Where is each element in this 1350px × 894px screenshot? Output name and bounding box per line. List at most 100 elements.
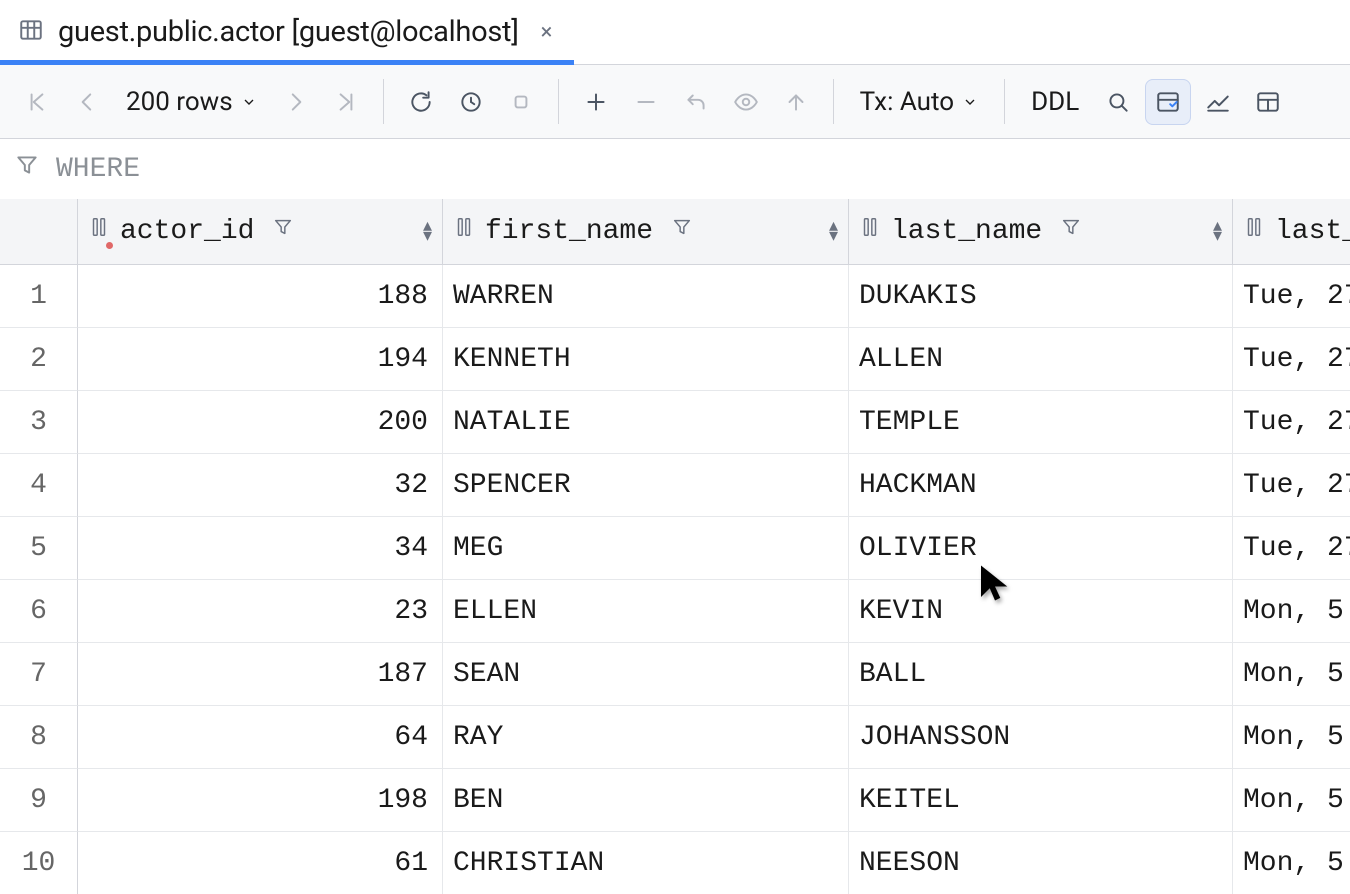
tab-close-button[interactable]: ×: [541, 20, 553, 45]
table-icon: [18, 17, 44, 47]
column-name: last_: [1275, 216, 1350, 247]
cell-last_name[interactable]: DUKAKIS: [849, 265, 1233, 328]
filter-row[interactable]: WHERE: [0, 139, 1350, 199]
cell-actor_id[interactable]: 34: [78, 517, 443, 580]
where-label: WHERE: [56, 154, 140, 185]
cell-last_name[interactable]: OLIVIER: [849, 517, 1233, 580]
cell-last_update[interactable]: Tue, 27: [1233, 265, 1350, 328]
column-name: last_name: [891, 216, 1042, 247]
column-filter-icon[interactable]: [272, 216, 294, 247]
corner-cell: [0, 199, 78, 265]
column-header-last_update[interactable]: last_: [1233, 199, 1350, 265]
cell-last_name[interactable]: KEITEL: [849, 769, 1233, 832]
row-number[interactable]: 2: [0, 328, 78, 391]
cell-last_update[interactable]: Tue, 27: [1233, 454, 1350, 517]
cell-first_name[interactable]: CHRISTIAN: [443, 832, 849, 894]
cell-first_name[interactable]: ELLEN: [443, 580, 849, 643]
tx-mode-dropdown[interactable]: Tx: Auto: [848, 79, 990, 125]
column-header-last_name[interactable]: last_name ▴▾: [849, 199, 1233, 265]
cell-last_update[interactable]: Tue, 27: [1233, 391, 1350, 454]
refresh-button[interactable]: [398, 79, 444, 125]
chevron-down-icon: [241, 87, 257, 117]
cell-last_name[interactable]: KEVIN: [849, 580, 1233, 643]
cell-actor_id[interactable]: 61: [78, 832, 443, 894]
column-header-actor_id[interactable]: actor_id ▴▾: [78, 199, 443, 265]
cell-first_name[interactable]: KENNETH: [443, 328, 849, 391]
row-number[interactable]: 10: [0, 832, 78, 894]
column-name: first_name: [485, 216, 653, 247]
cell-last_update[interactable]: Mon, 5: [1233, 706, 1350, 769]
column-header-first_name[interactable]: first_name ▴▾: [443, 199, 849, 265]
first-page-button[interactable]: [14, 79, 60, 125]
next-page-button[interactable]: [273, 79, 319, 125]
cell-first_name[interactable]: SPENCER: [443, 454, 849, 517]
toolbar-separator: [558, 79, 559, 124]
cell-last_name[interactable]: TEMPLE: [849, 391, 1233, 454]
toolbar-separator: [833, 79, 834, 124]
row-number[interactable]: 6: [0, 580, 78, 643]
add-row-button[interactable]: [573, 79, 619, 125]
cell-actor_id[interactable]: 32: [78, 454, 443, 517]
cell-first_name[interactable]: RAY: [443, 706, 849, 769]
toolbar-separator: [1004, 79, 1005, 124]
cell-last_update[interactable]: Mon, 5: [1233, 832, 1350, 894]
cell-first_name[interactable]: BEN: [443, 769, 849, 832]
filter-panel-toggle[interactable]: [1145, 79, 1191, 125]
cell-last_update[interactable]: Tue, 27: [1233, 328, 1350, 391]
chart-button[interactable]: [1195, 79, 1241, 125]
row-number[interactable]: 9: [0, 769, 78, 832]
cell-last_name[interactable]: NEESON: [849, 832, 1233, 894]
column-filter-icon[interactable]: [1060, 216, 1082, 247]
column-name: actor_id: [120, 216, 254, 247]
cell-last_name[interactable]: BALL: [849, 643, 1233, 706]
preview-pending-button[interactable]: [723, 79, 769, 125]
chevron-down-icon: [962, 87, 978, 117]
toolbar-separator: [383, 79, 384, 124]
cell-first_name[interactable]: NATALIE: [443, 391, 849, 454]
ddl-button[interactable]: DDL: [1019, 79, 1091, 125]
column-icon: [859, 216, 881, 247]
cell-last_name[interactable]: ALLEN: [849, 328, 1233, 391]
column-sort-icon[interactable]: ▴▾: [1213, 222, 1222, 242]
rows-label: 200 rows: [126, 87, 233, 117]
column-icon: [1243, 216, 1265, 247]
delete-row-button[interactable]: [623, 79, 669, 125]
row-number[interactable]: 3: [0, 391, 78, 454]
cell-actor_id[interactable]: 200: [78, 391, 443, 454]
cell-actor_id[interactable]: 198: [78, 769, 443, 832]
row-number[interactable]: 4: [0, 454, 78, 517]
cell-last_update[interactable]: Mon, 5: [1233, 769, 1350, 832]
submit-button[interactable]: [773, 79, 819, 125]
cell-last_update[interactable]: Mon, 5: [1233, 643, 1350, 706]
cell-last_update[interactable]: Mon, 5: [1233, 580, 1350, 643]
cell-actor_id[interactable]: 23: [78, 580, 443, 643]
refresh-auto-button[interactable]: [448, 79, 494, 125]
cell-actor_id[interactable]: 187: [78, 643, 443, 706]
cell-actor_id[interactable]: 64: [78, 706, 443, 769]
column-sort-icon[interactable]: ▴▾: [423, 222, 432, 242]
ddl-label: DDL: [1031, 87, 1079, 117]
tab-guest-public-actor[interactable]: guest.public.actor [guest@localhost] ×: [0, 0, 574, 64]
column-filter-icon[interactable]: [671, 216, 693, 247]
cell-actor_id[interactable]: 188: [78, 265, 443, 328]
row-number[interactable]: 5: [0, 517, 78, 580]
last-page-button[interactable]: [323, 79, 369, 125]
row-number[interactable]: 7: [0, 643, 78, 706]
cell-first_name[interactable]: WARREN: [443, 265, 849, 328]
view-settings-button[interactable]: [1245, 79, 1291, 125]
cell-last_name[interactable]: HACKMAN: [849, 454, 1233, 517]
revert-button[interactable]: [673, 79, 719, 125]
row-number[interactable]: 1: [0, 265, 78, 328]
cell-first_name[interactable]: SEAN: [443, 643, 849, 706]
column-sort-icon[interactable]: ▴▾: [829, 222, 838, 242]
cell-actor_id[interactable]: 194: [78, 328, 443, 391]
toolbar: 200 rows Tx: Auto DDL: [0, 65, 1350, 139]
search-button[interactable]: [1095, 79, 1141, 125]
prev-page-button[interactable]: [64, 79, 110, 125]
rows-dropdown[interactable]: 200 rows: [114, 79, 269, 125]
cell-last_name[interactable]: JOHANSSON: [849, 706, 1233, 769]
stop-button[interactable]: [498, 79, 544, 125]
cell-last_update[interactable]: Tue, 27: [1233, 517, 1350, 580]
row-number[interactable]: 8: [0, 706, 78, 769]
cell-first_name[interactable]: MEG: [443, 517, 849, 580]
